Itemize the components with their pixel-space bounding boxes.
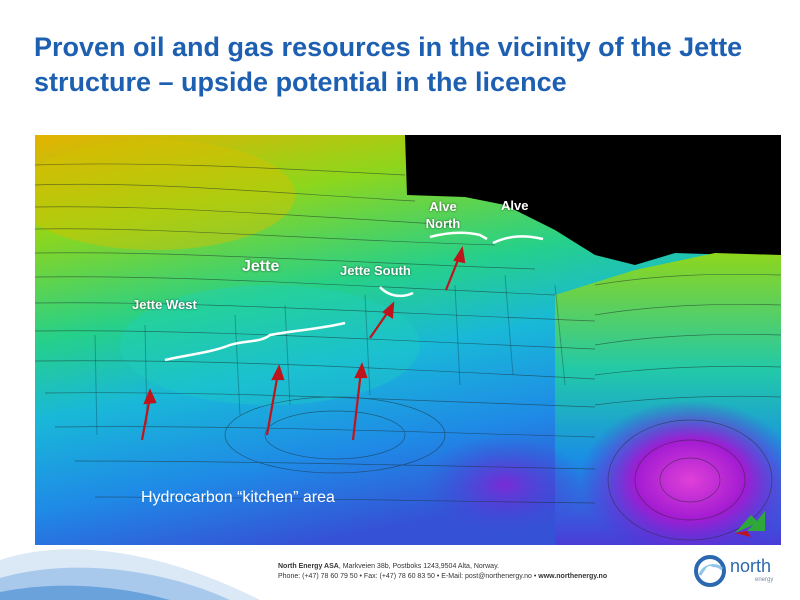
label-jette-south: Jette South <box>340 263 411 278</box>
slide-title: Proven oil and gas resources in the vici… <box>34 32 743 97</box>
north-energy-logo: north energy <box>694 553 784 589</box>
logo-wordmark: north <box>730 556 772 576</box>
footer-phone-fax-email: Phone: (+47) 78 60 79 50 • Fax: (+47) 78… <box>278 573 539 580</box>
label-jette-west: Jette West <box>132 297 197 312</box>
hydrocarbon-kitchen-label: Hydrocarbon “kitchen” area <box>141 489 335 506</box>
north-energy-logo-icon <box>694 555 726 587</box>
footer-address: , Markveien 38b, Postboks 1243,9504 Alta… <box>338 563 499 570</box>
label-jette: Jette <box>242 258 280 275</box>
seismic-3d-map: Jette Jette West Jette South Alve North … <box>35 135 781 545</box>
logo-subtext: energy <box>755 577 774 583</box>
footer-company: North Energy ASA <box>278 563 339 570</box>
footer-website-link[interactable]: www.northenergy.no <box>538 573 607 580</box>
footer-swoosh-decoration <box>0 549 260 600</box>
label-alve-north: Alve North <box>425 199 461 231</box>
map-surface <box>35 135 781 545</box>
label-alve: Alve <box>501 198 529 213</box>
footer-contact: North Energy ASA, Markveien 38b, Postbok… <box>278 562 607 582</box>
